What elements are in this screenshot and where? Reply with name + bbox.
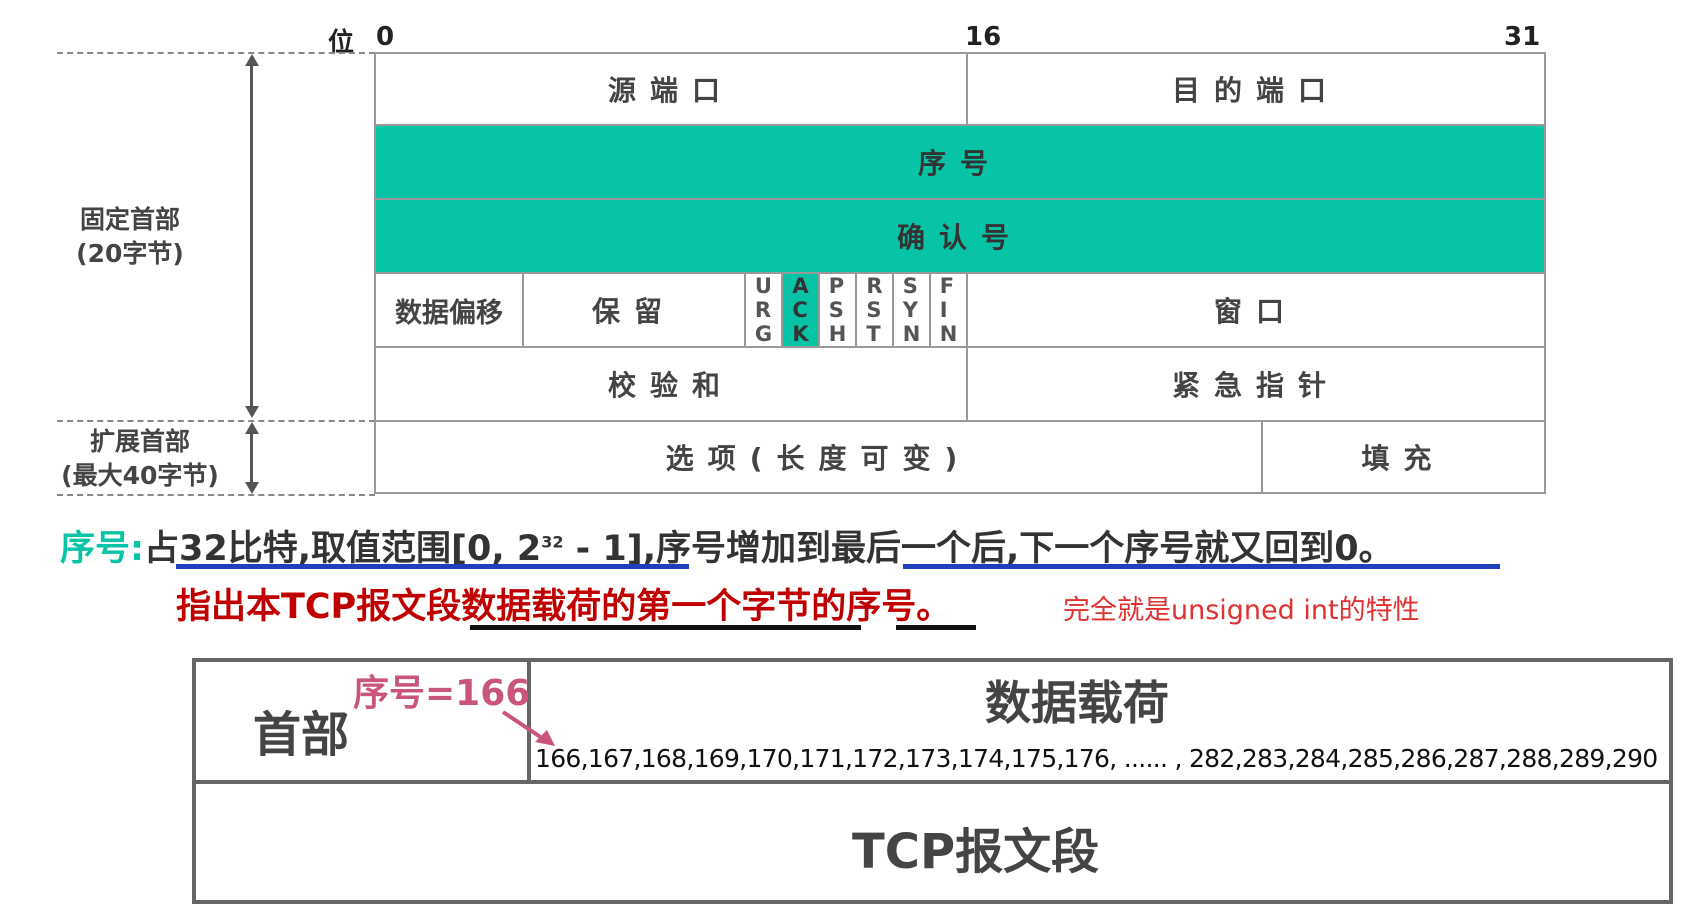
bit-0-label: 0 (376, 22, 395, 52)
unsigned-note: 完全就是unsigned int的特性 (1063, 595, 1420, 626)
fixed-header-line1: 固定首部 (79, 205, 180, 234)
fixed-header-line2: (20字节) (76, 239, 184, 268)
blue-underline-2 (903, 564, 1500, 569)
blue-underline-1 (176, 564, 689, 569)
seq-meaning: 指出本TCP报文段数据载荷的第一个字节的序号。 (176, 587, 952, 627)
row-seq: 序号 (374, 126, 1546, 200)
dst-port-cell: 目的端口 (966, 54, 1544, 124)
flag-psh: P S H (818, 274, 855, 346)
seq-description-label: 序号: (60, 529, 144, 569)
flag-urg: U R G (744, 274, 781, 346)
dash-top (57, 52, 375, 54)
flag-rst: R S T (855, 274, 892, 346)
payload-label: 数据载荷 (985, 676, 1169, 730)
segment-row-divider (192, 780, 1673, 784)
segment-label: TCP报文段 (852, 824, 1100, 880)
tcp-header-table: 源端口 目的端口 序号 确认号 数据偏移 保留 U R GA C KP S HR… (374, 52, 1546, 494)
segment-header-label: 首部 (253, 707, 350, 763)
options-cell: 选项(长度可变) (665, 442, 972, 475)
flag-syn: S Y N (892, 274, 929, 346)
dash-mid (57, 420, 375, 422)
ext-header-label: 扩展首部 (最大40字节) (50, 425, 230, 493)
ext-header-line2: (最大40字节) (61, 461, 219, 490)
dash-bottom (57, 494, 375, 496)
ext-header-line1: 扩展首部 (89, 427, 190, 456)
ack-cell: 确认号 (376, 200, 1544, 272)
reserved-cell: 保留 (522, 274, 744, 346)
row-checksum: 校验和 紧急指针 (374, 348, 1546, 422)
flag-fin: F I N (929, 274, 966, 346)
row-ports: 源端口 目的端口 (374, 52, 1546, 126)
row-ack: 确认号 (374, 200, 1546, 274)
flags-group: U R GA C KP S HR S TS Y NF I N (744, 274, 966, 346)
black-underline-2 (896, 625, 976, 630)
black-underline-1 (470, 625, 861, 630)
payload-bytes: 166,167,168,169,170,171,172,173,174,175,… (535, 744, 1658, 773)
bit-31-label: 31 (1504, 22, 1541, 52)
src-port-cell: 源端口 (607, 74, 734, 107)
row-options: 选项(长度可变) 填充 (374, 422, 1546, 494)
seq-cell: 序号 (376, 126, 1544, 198)
data-offset-cell: 数据偏移 (395, 297, 503, 329)
fixed-header-label: 固定首部 (20字节) (60, 203, 200, 271)
fixed-arrow-line (250, 64, 253, 408)
fixed-arrow-down (245, 406, 259, 418)
seq-description-part2: - 1],序号增加到最后一个后,下一个序号就又回到0。 (563, 529, 1394, 569)
flag-ack: A C K (781, 274, 818, 346)
seq-description-sup: 32 (541, 532, 564, 552)
seq-description-part1: 占32比特,取值范围[0, 2 (144, 529, 542, 569)
ext-arrow-down (245, 482, 259, 494)
urgent-cell: 紧急指针 (966, 348, 1544, 420)
checksum-cell: 校验和 (607, 369, 734, 402)
bit-16-label: 16 (965, 22, 1002, 52)
ext-arrow-line (250, 432, 253, 482)
window-cell: 窗口 (966, 274, 1544, 346)
row-flags: 数据偏移 保留 U R GA C KP S HR S TS Y NF I N 窗… (374, 274, 1546, 348)
padding-cell: 填充 (1261, 422, 1544, 492)
